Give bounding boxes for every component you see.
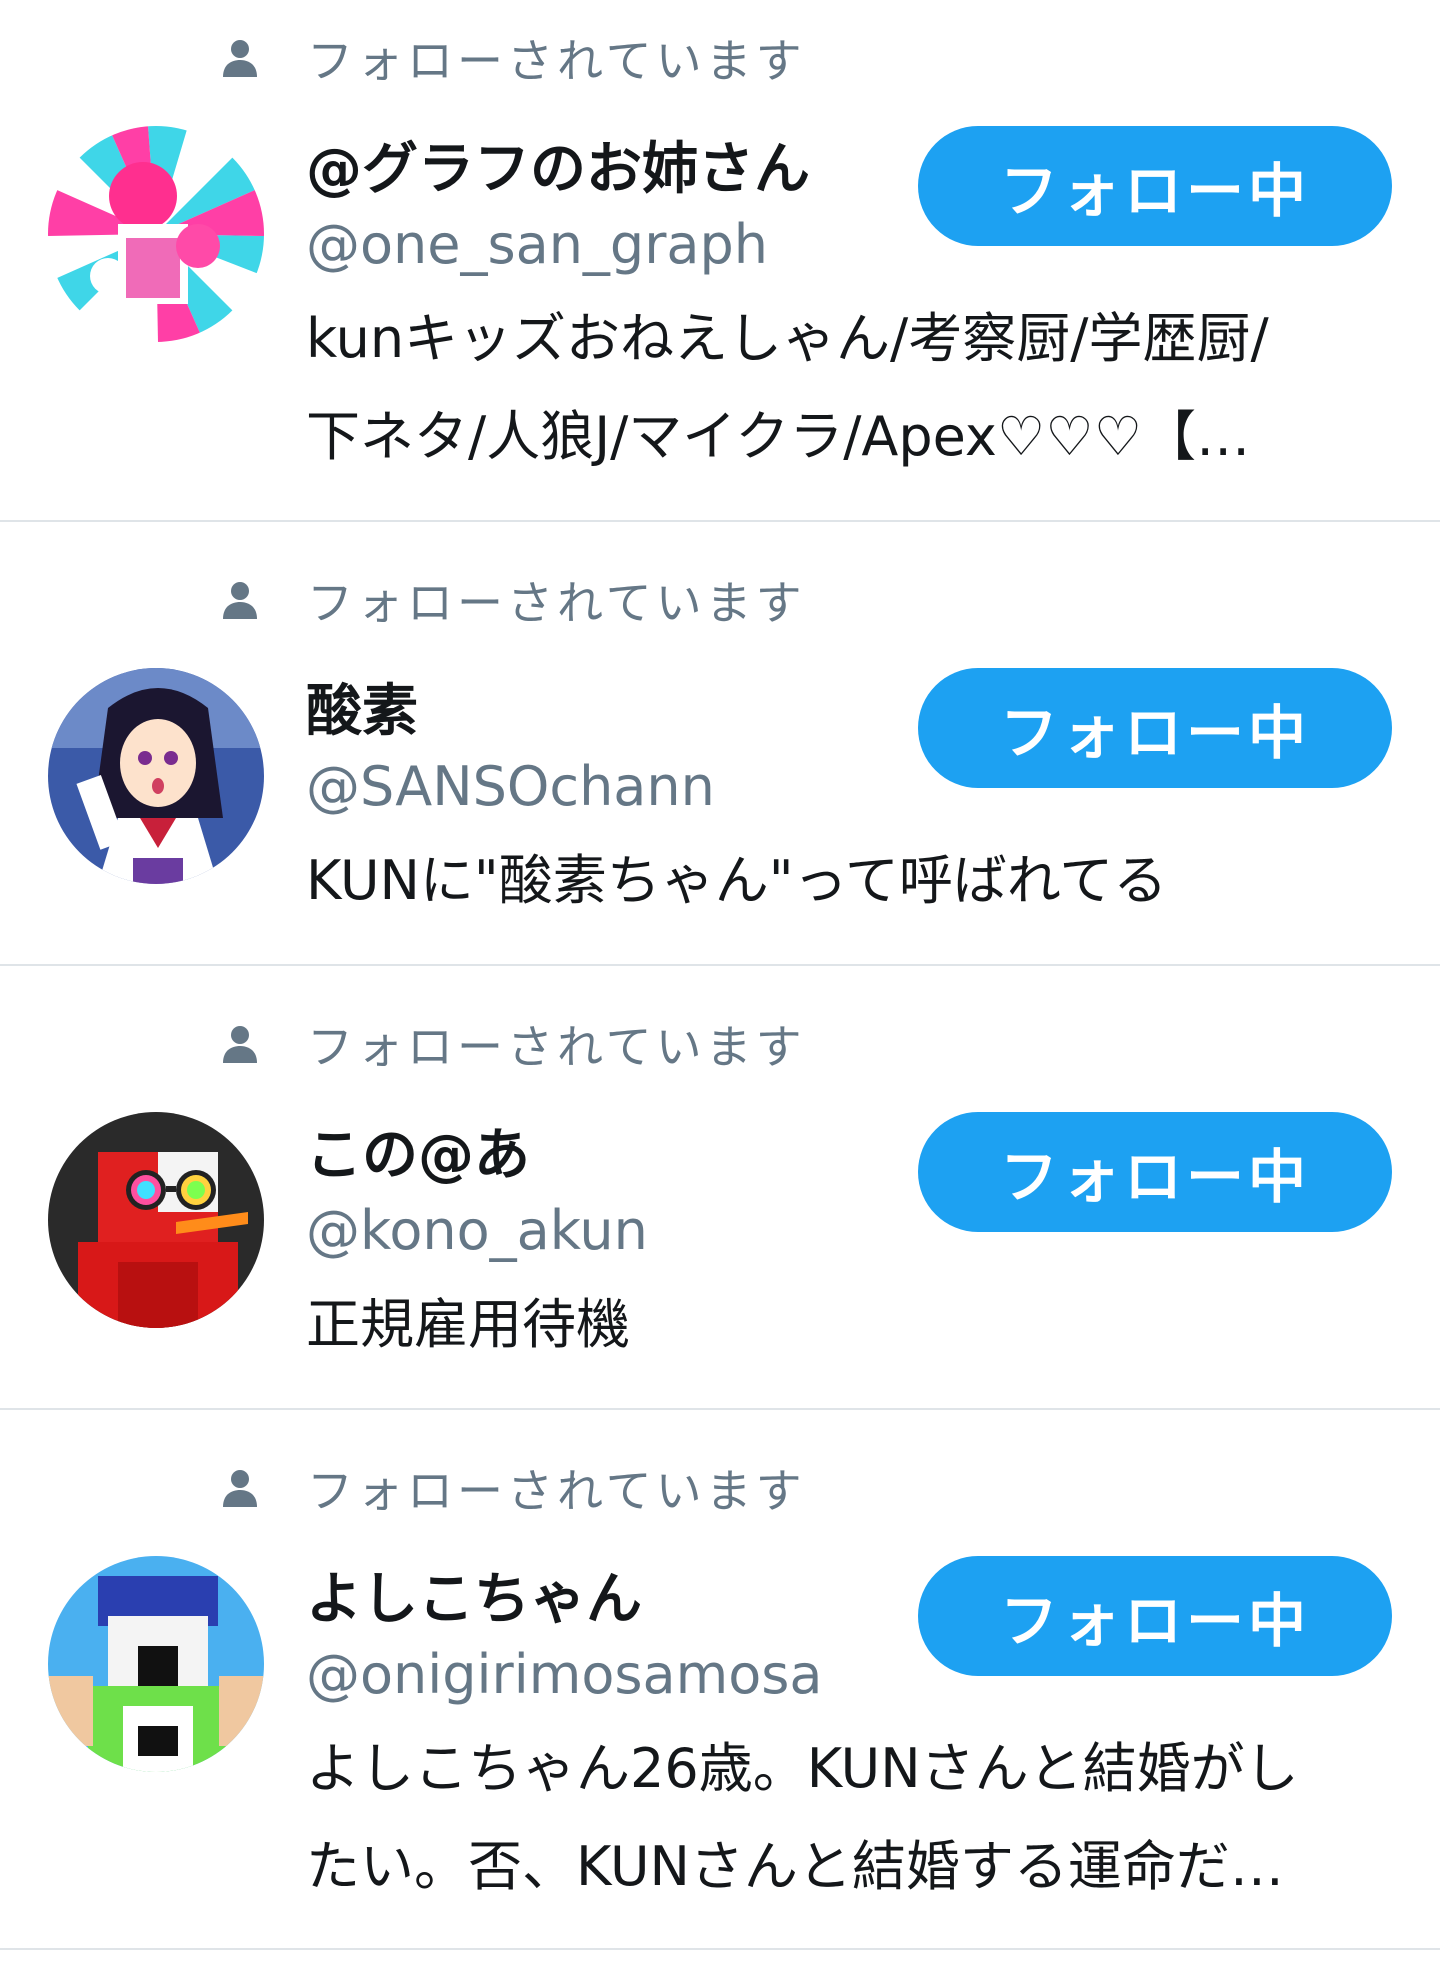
avatar[interactable] xyxy=(48,1556,264,1772)
user-handle[interactable]: @SANSOchann xyxy=(306,760,715,814)
person-icon xyxy=(220,1024,260,1064)
followed-indicator: フォローされています xyxy=(220,28,806,88)
user-handle[interactable]: @one_san_graph xyxy=(306,218,768,272)
display-name[interactable]: この@あ xyxy=(306,1128,530,1184)
display-name[interactable]: よしこちゃん xyxy=(306,1572,642,1628)
avatar[interactable] xyxy=(48,1112,264,1328)
user-row[interactable]: フォローされています 酸素 @SANSOchann KUNに"酸素ちゃん"って呼… xyxy=(0,522,1440,966)
bio-line: 正規雇用待機 xyxy=(306,1293,630,1356)
bio-line: KUNに"酸素ちゃん"って呼ばれてる xyxy=(306,849,1168,912)
following-button[interactable]: フォロー中 xyxy=(918,668,1392,788)
bio-line: kunキッズおねえしゃん/考察厨/学歴厨/ xyxy=(306,307,1269,370)
followed-label: フォローされています xyxy=(307,34,806,88)
followed-indicator: フォローされています xyxy=(220,1458,806,1518)
user-bio: 正規雇用待機 xyxy=(306,1276,1388,1374)
followed-label: フォローされています xyxy=(307,1464,806,1518)
user-handle[interactable]: @kono_akun xyxy=(306,1204,648,1258)
user-bio: KUNに"酸素ちゃん"って呼ばれてる xyxy=(306,832,1388,930)
following-button[interactable]: フォロー中 xyxy=(918,1556,1392,1676)
person-icon xyxy=(220,580,260,620)
followed-indicator: フォローされています xyxy=(220,570,806,630)
user-row[interactable]: フォローされています よしこちゃん @onigirimosamosa よしこちゃ… xyxy=(0,1410,1440,1950)
avatar[interactable] xyxy=(48,668,264,884)
person-icon xyxy=(220,38,260,78)
user-handle[interactable]: @onigirimosamosa xyxy=(306,1648,822,1702)
bio-line: よしこちゃん26歳。KUNさんと結婚がし xyxy=(306,1737,1299,1800)
bio-line: 下ネタ/人狼J/マイクラ/Apex♡♡♡【… xyxy=(306,405,1251,468)
user-bio: よしこちゃん26歳。KUNさんと結婚がし たい。否、KUNさんと結婚する運命だ… xyxy=(306,1720,1388,1916)
user-row[interactable]: フォローされています この@あ @kono_akun 正規雇用待機 フォロー中 xyxy=(0,966,1440,1410)
bio-line: たい。否、KUNさんと結婚する運命だ… xyxy=(306,1835,1284,1898)
followed-label: フォローされています xyxy=(307,1020,806,1074)
followed-label: フォローされています xyxy=(307,576,806,630)
user-row[interactable]: フォローされています @グラフのお姉さん @one_san_graph kunキ… xyxy=(0,0,1440,522)
following-button[interactable]: フォロー中 xyxy=(918,1112,1392,1232)
person-icon xyxy=(220,1468,260,1508)
user-bio: kunキッズおねえしゃん/考察厨/学歴厨/ 下ネタ/人狼J/マイクラ/Apex♡… xyxy=(306,290,1388,486)
display-name[interactable]: @グラフのお姉さん xyxy=(306,142,810,198)
following-button[interactable]: フォロー中 xyxy=(918,126,1392,246)
avatar[interactable] xyxy=(48,126,264,342)
display-name[interactable]: 酸素 xyxy=(306,684,418,740)
followed-indicator: フォローされています xyxy=(220,1014,806,1074)
